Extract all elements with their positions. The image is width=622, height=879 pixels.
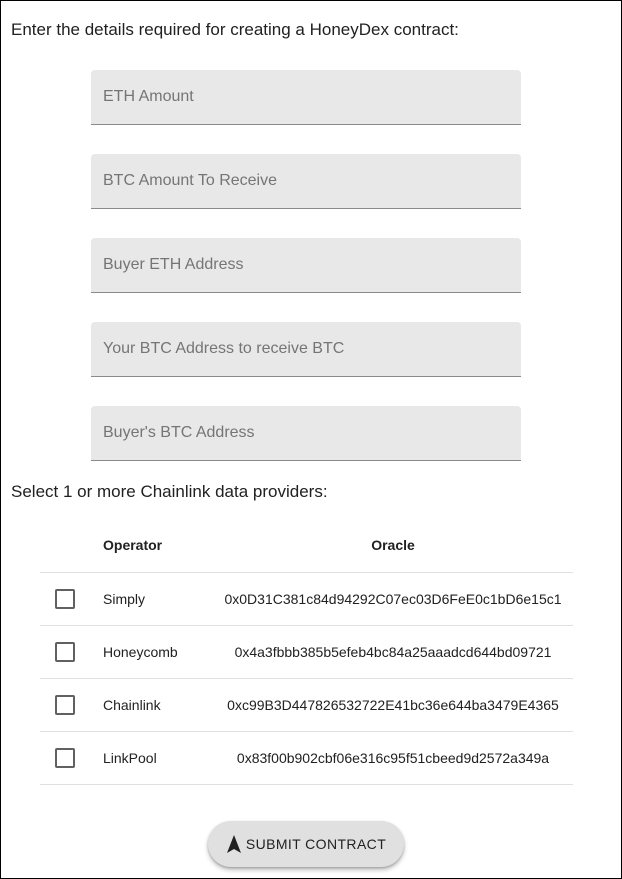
eth-amount-field[interactable] — [91, 70, 521, 125]
oracle-column-header: Oracle — [213, 517, 573, 573]
table-header-row: Operator Oracle — [40, 517, 573, 573]
provider-checkbox-chainlink[interactable] — [55, 695, 75, 715]
operator-cell: Chainlink — [90, 678, 213, 732]
submit-contract-button[interactable]: SUBMIT CONTRACT — [208, 821, 404, 867]
operator-cell: LinkPool — [90, 731, 213, 785]
table-row: Simply 0x0D31C381c84d94292C07ec03D6FeE0c… — [40, 572, 573, 626]
providers-label: Select 1 or more Chainlink data provider… — [11, 482, 328, 501]
provider-checkbox-simply[interactable] — [55, 589, 75, 609]
provider-checkbox-honeycomb[interactable] — [55, 642, 75, 662]
oracle-cell: 0x0D31C381c84d94292C07ec03D6FeE0c1bD6e15… — [213, 572, 573, 626]
buyer-btc-address-input[interactable] — [91, 406, 521, 460]
eth-amount-input[interactable] — [91, 70, 521, 124]
intro-text: Enter the details required for creating … — [11, 20, 459, 39]
operator-column-header: Operator — [90, 517, 213, 573]
btc-amount-input[interactable] — [91, 154, 521, 208]
oracle-cell: 0x4a3fbbb385b5efeb4bc84a25aaadcd644bd097… — [213, 625, 573, 679]
buyer-eth-address-field[interactable] — [91, 238, 521, 293]
contract-form: Enter the details required for creating … — [0, 0, 622, 879]
operator-cell: Simply — [90, 572, 213, 626]
btc-amount-field[interactable] — [91, 154, 521, 209]
provider-checkbox-linkpool[interactable] — [55, 748, 75, 768]
select-column-header — [40, 517, 90, 573]
table-row: Honeycomb 0x4a3fbbb385b5efeb4bc84a25aaad… — [40, 625, 573, 679]
oracle-cell: 0xc99B3D447826532722E41bc36e644ba3479E43… — [213, 678, 573, 732]
your-btc-address-field[interactable] — [91, 322, 521, 377]
oracle-cell: 0x83f00b902cbf06e316c95f51cbeed9d2572a34… — [213, 731, 573, 785]
send-arrow-icon — [226, 835, 241, 853]
table-row: Chainlink 0xc99B3D447826532722E41bc36e64… — [40, 678, 573, 732]
buyer-btc-address-field[interactable] — [91, 406, 521, 461]
your-btc-address-input[interactable] — [91, 322, 521, 376]
buyer-eth-address-input[interactable] — [91, 238, 521, 292]
operator-cell: Honeycomb — [90, 625, 213, 679]
submit-label: SUBMIT CONTRACT — [245, 836, 387, 852]
table-row: LinkPool 0x83f00b902cbf06e316c95f51cbeed… — [40, 731, 573, 785]
providers-table: Operator Oracle Simply 0x0D31C381c84d942… — [40, 517, 573, 785]
